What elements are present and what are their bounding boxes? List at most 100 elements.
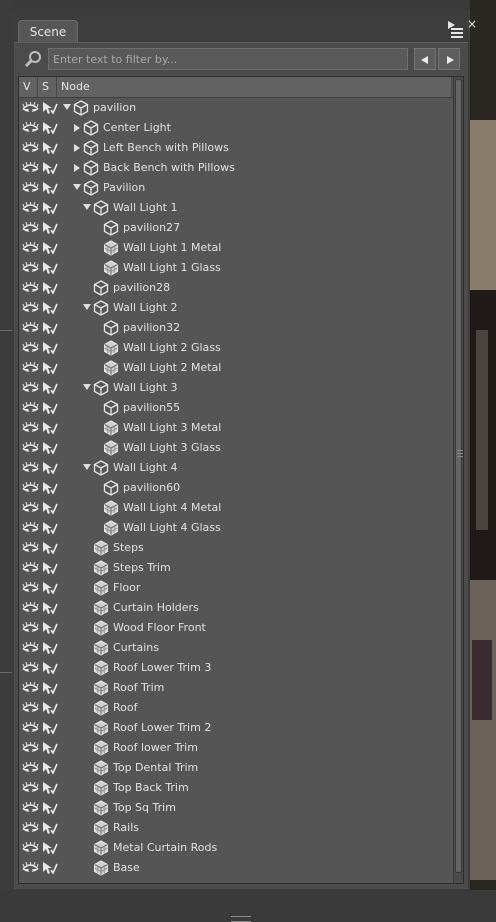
node-row[interactable]: Wall Light 2 bbox=[19, 298, 452, 318]
cursor-icon[interactable] bbox=[42, 361, 58, 375]
node-label[interactable]: Wall Light 1 Glass bbox=[123, 258, 221, 278]
node-label[interactable]: pavilion28 bbox=[113, 278, 170, 298]
collapse-arrow-icon[interactable] bbox=[83, 384, 91, 390]
cursor-icon[interactable] bbox=[42, 841, 58, 855]
node-row[interactable]: Roof Lower Trim 2 bbox=[19, 718, 452, 738]
node-label[interactable]: Top Sq Trim bbox=[113, 798, 176, 818]
node-row[interactable]: Wall Light 2 Glass bbox=[19, 338, 452, 358]
cursor-icon[interactable] bbox=[42, 741, 58, 755]
column-selectable[interactable]: S bbox=[38, 77, 57, 97]
node-label[interactable]: Wall Light 3 bbox=[113, 378, 177, 398]
node-row[interactable]: Wall Light 3 Glass bbox=[19, 438, 452, 458]
node-row[interactable]: Wall Light 1 bbox=[19, 198, 452, 218]
node-row[interactable]: Center Light bbox=[19, 118, 452, 138]
eye-icon[interactable] bbox=[22, 541, 39, 554]
node-row[interactable]: Wall Light 2 Metal bbox=[19, 358, 452, 378]
node-label[interactable]: Metal Curtain Rods bbox=[113, 838, 217, 858]
eye-icon[interactable] bbox=[22, 261, 39, 274]
cursor-icon[interactable] bbox=[42, 121, 58, 135]
cursor-icon[interactable] bbox=[42, 761, 58, 775]
cursor-icon[interactable] bbox=[42, 541, 58, 555]
collapse-arrow-icon[interactable] bbox=[83, 204, 91, 210]
node-row[interactable]: Roof lower Trim bbox=[19, 738, 452, 758]
eye-icon[interactable] bbox=[22, 741, 39, 754]
node-label[interactable]: pavilion60 bbox=[123, 478, 180, 498]
eye-icon[interactable] bbox=[22, 521, 39, 534]
node-row[interactable]: Top Sq Trim bbox=[19, 798, 452, 818]
cursor-icon[interactable] bbox=[42, 561, 58, 575]
node-row[interactable]: Wall Light 4 bbox=[19, 458, 452, 478]
cursor-icon[interactable] bbox=[42, 201, 58, 215]
cursor-icon[interactable] bbox=[42, 781, 58, 795]
eye-icon[interactable] bbox=[22, 841, 39, 854]
cursor-icon[interactable] bbox=[42, 301, 58, 315]
eye-icon[interactable] bbox=[22, 221, 39, 234]
cursor-icon[interactable] bbox=[42, 141, 58, 155]
eye-icon[interactable] bbox=[22, 501, 39, 514]
cursor-icon[interactable] bbox=[42, 101, 58, 115]
cursor-icon[interactable] bbox=[42, 821, 58, 835]
cursor-icon[interactable] bbox=[42, 501, 58, 515]
eye-icon[interactable] bbox=[22, 581, 39, 594]
node-label[interactable]: Steps Trim bbox=[113, 558, 171, 578]
cursor-icon[interactable] bbox=[42, 441, 58, 455]
node-row[interactable]: Top Dental Trim bbox=[19, 758, 452, 778]
node-label[interactable]: Steps bbox=[113, 538, 144, 558]
eye-icon[interactable] bbox=[22, 201, 39, 214]
node-row[interactable]: Wall Light 1 Metal bbox=[19, 238, 452, 258]
node-label[interactable]: pavilion55 bbox=[123, 398, 180, 418]
node-row[interactable]: Top Back Trim bbox=[19, 778, 452, 798]
next-match-button[interactable] bbox=[438, 48, 460, 70]
previous-match-button[interactable] bbox=[414, 48, 436, 70]
close-icon[interactable]: × bbox=[467, 18, 477, 30]
cursor-icon[interactable] bbox=[42, 281, 58, 295]
cursor-icon[interactable] bbox=[42, 661, 58, 675]
panel-menu-icon[interactable] bbox=[448, 21, 464, 39]
cursor-icon[interactable] bbox=[42, 521, 58, 535]
node-label[interactable]: Roof Trim bbox=[113, 678, 164, 698]
eye-icon[interactable] bbox=[22, 161, 39, 174]
cursor-icon[interactable] bbox=[42, 341, 58, 355]
eye-icon[interactable] bbox=[22, 621, 39, 634]
node-row[interactable]: pavilion28 bbox=[19, 278, 452, 298]
expand-arrow-icon[interactable] bbox=[74, 144, 80, 152]
vertical-scrollbar[interactable] bbox=[453, 77, 463, 883]
node-row[interactable]: pavilion60 bbox=[19, 478, 452, 498]
expand-arrow-icon[interactable] bbox=[74, 124, 80, 132]
cursor-icon[interactable] bbox=[42, 461, 58, 475]
eye-icon[interactable] bbox=[22, 641, 39, 654]
node-label[interactable]: Base bbox=[113, 858, 140, 878]
node-row[interactable]: Curtain Holders bbox=[19, 598, 452, 618]
cursor-icon[interactable] bbox=[42, 221, 58, 235]
cursor-icon[interactable] bbox=[42, 261, 58, 275]
eye-icon[interactable] bbox=[22, 861, 39, 874]
cursor-icon[interactable] bbox=[42, 381, 58, 395]
cursor-icon[interactable] bbox=[42, 481, 58, 495]
node-label[interactable]: Roof lower Trim bbox=[113, 738, 198, 758]
expand-arrow-icon[interactable] bbox=[74, 164, 80, 172]
node-label[interactable]: Top Dental Trim bbox=[113, 758, 198, 778]
eye-icon[interactable] bbox=[22, 381, 39, 394]
eye-icon[interactable] bbox=[22, 341, 39, 354]
node-label[interactable]: pavilion32 bbox=[123, 318, 180, 338]
node-label[interactable]: pavilion bbox=[93, 98, 136, 118]
node-label[interactable]: Rails bbox=[113, 818, 139, 838]
node-label[interactable]: Back Bench with Pillows bbox=[103, 158, 235, 178]
node-row[interactable]: Floor bbox=[19, 578, 452, 598]
cursor-icon[interactable] bbox=[42, 601, 58, 615]
node-row[interactable]: Roof Trim bbox=[19, 678, 452, 698]
node-row[interactable]: Wall Light 1 Glass bbox=[19, 258, 452, 278]
cursor-icon[interactable] bbox=[42, 401, 58, 415]
node-label[interactable]: Wall Light 2 Glass bbox=[123, 338, 221, 358]
node-label[interactable]: Wall Light 4 Metal bbox=[123, 498, 221, 518]
cursor-icon[interactable] bbox=[42, 181, 58, 195]
cursor-icon[interactable] bbox=[42, 621, 58, 635]
eye-icon[interactable] bbox=[22, 281, 39, 294]
node-row[interactable]: Wall Light 3 Metal bbox=[19, 418, 452, 438]
panel-resize-handle[interactable] bbox=[231, 916, 251, 922]
cursor-icon[interactable] bbox=[42, 161, 58, 175]
eye-icon[interactable] bbox=[22, 101, 39, 114]
eye-icon[interactable] bbox=[22, 361, 39, 374]
node-label[interactable]: Wall Light 1 Metal bbox=[123, 238, 221, 258]
eye-icon[interactable] bbox=[22, 661, 39, 674]
